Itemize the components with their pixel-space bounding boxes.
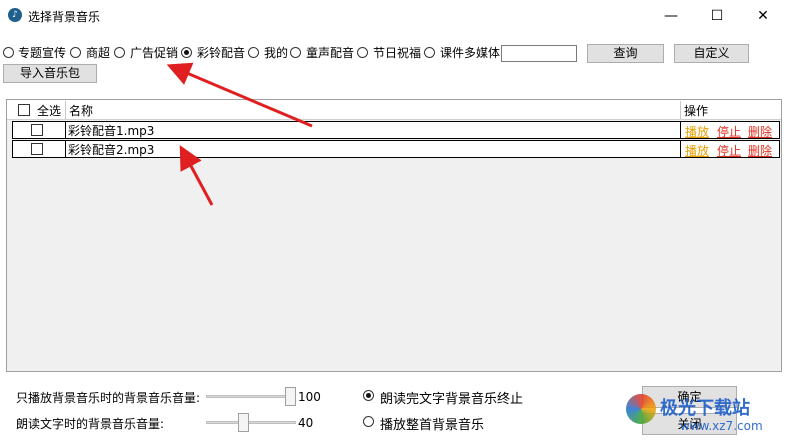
annotation-arrow-2 [179,145,214,206]
annotation-arrow-1 [166,62,313,128]
annotation-arrows [166,62,313,206]
